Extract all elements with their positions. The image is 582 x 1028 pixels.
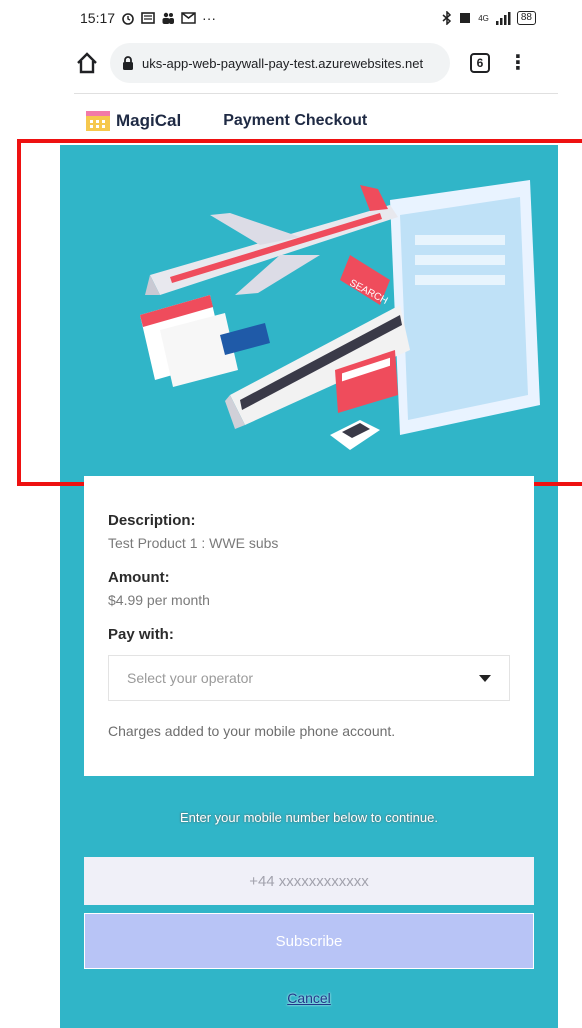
chevron-down-icon bbox=[479, 674, 491, 682]
vibrate-icon bbox=[460, 13, 471, 23]
alarm-icon bbox=[122, 13, 134, 25]
gmail-icon bbox=[181, 12, 196, 24]
toolbar-divider bbox=[74, 93, 558, 94]
status-time: 15:17 bbox=[80, 10, 116, 26]
mobile-number-instruction: Enter your mobile number below to contin… bbox=[180, 810, 438, 825]
bluetooth-icon bbox=[442, 11, 452, 25]
app-logo-text[interactable]: MagiCal bbox=[116, 111, 181, 131]
news-icon bbox=[141, 12, 155, 24]
highlight-box bbox=[17, 139, 582, 486]
payment-details-card: Description: Test Product 1 : WWE subs A… bbox=[84, 476, 534, 776]
battery-indicator: 88 bbox=[516, 11, 536, 25]
description-label: Description: bbox=[108, 512, 196, 529]
operator-select[interactable]: Select your operator bbox=[108, 655, 510, 701]
status-left: 15:17 ··· bbox=[80, 10, 216, 26]
amount-label: Amount: bbox=[108, 569, 170, 586]
mobile-number-input[interactable] bbox=[84, 857, 534, 905]
description-value: Test Product 1 : WWE subs bbox=[108, 535, 279, 551]
browser-toolbar: uks-app-web-paywall-pay-test.azurewebsit… bbox=[0, 40, 582, 86]
magical-logo-icon bbox=[86, 111, 110, 131]
people-icon bbox=[162, 12, 175, 24]
cancel-link[interactable]: Cancel bbox=[60, 990, 558, 1006]
operator-select-placeholder: Select your operator bbox=[127, 670, 254, 686]
url-text: uks-app-web-paywall-pay-test.azurewebsit… bbox=[142, 55, 424, 71]
amount-value: $4.99 per month bbox=[108, 592, 210, 608]
network-type: 4G bbox=[478, 13, 489, 23]
lock-icon bbox=[123, 56, 133, 70]
subscribe-button[interactable]: Subscribe bbox=[84, 913, 534, 969]
page-title: Payment Checkout bbox=[223, 112, 368, 129]
status-bar: 15:17 ··· 4G 88 bbox=[0, 0, 582, 36]
status-more: ··· bbox=[202, 10, 217, 26]
tab-switcher-button[interactable]: 6 bbox=[470, 53, 490, 73]
pay-with-label: Pay with: bbox=[108, 626, 174, 643]
more-menu-icon[interactable]: ⋮ bbox=[508, 53, 528, 73]
address-bar[interactable]: uks-app-web-paywall-pay-test.azurewebsit… bbox=[110, 43, 450, 83]
charges-note: Charges added to your mobile phone accou… bbox=[108, 723, 396, 739]
signal-icon bbox=[495, 11, 511, 25]
app-header: MagiCal Payment Checkout bbox=[84, 104, 367, 138]
home-icon[interactable] bbox=[74, 50, 100, 76]
status-right: 4G 88 bbox=[442, 11, 536, 25]
